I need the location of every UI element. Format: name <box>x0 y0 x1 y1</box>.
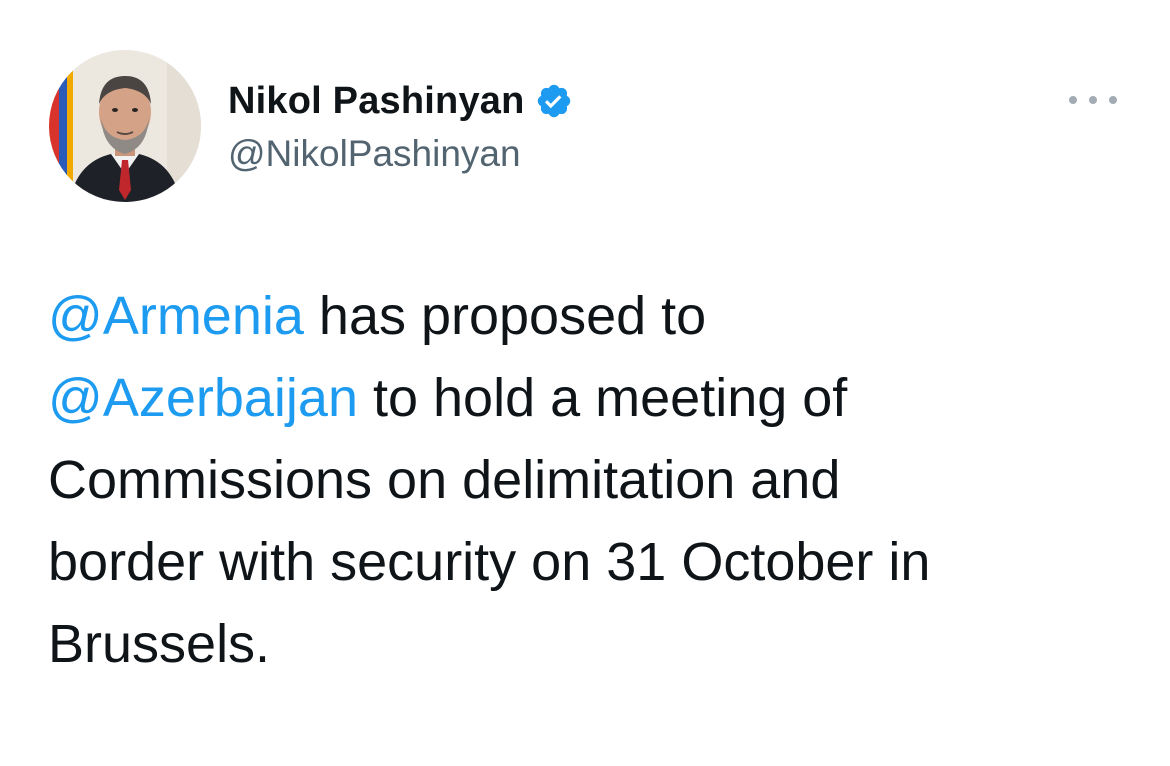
tweet-text: @Armenia has proposed to @Azerbaijan to … <box>48 275 1148 685</box>
tweet-text-line: Brussels. <box>48 603 1148 685</box>
more-dot <box>1109 96 1117 104</box>
tweet-text-segment: Commissions on delimitation and <box>48 450 841 510</box>
mention-link[interactable]: @Azerbaijan <box>48 368 358 428</box>
author-display-name[interactable]: Nikol Pashinyan <box>228 80 525 123</box>
tweet-text-segment: to hold a meeting of <box>357 368 848 428</box>
tweet-text-line: Commissions on delimitation and <box>48 439 1148 521</box>
more-dot <box>1089 96 1097 104</box>
profile-photo-icon <box>49 50 201 202</box>
more-dot <box>1069 96 1077 104</box>
tweet-text-line: border with security on 31 October in <box>48 521 1148 603</box>
more-options-icon[interactable] <box>1069 88 1117 112</box>
tweet-text-segment: Brussels. <box>48 614 271 674</box>
tweet-card: Nikol Pashinyan @NikolPashinyan @Armenia… <box>0 0 1170 766</box>
tweet-text-segment: has proposed to <box>303 286 707 346</box>
tweet-text-line: @Azerbaijan to hold a meeting of <box>48 357 1148 439</box>
verified-badge-icon <box>535 82 573 120</box>
author-handle[interactable]: @NikolPashinyan <box>228 133 521 175</box>
tweet-text-line: @Armenia has proposed to <box>48 275 1148 357</box>
author-name-row: Nikol Pashinyan <box>228 78 573 124</box>
tweet-text-segment: border with security on 31 October in <box>48 532 931 592</box>
author-avatar[interactable] <box>49 50 201 202</box>
mention-link[interactable]: @Armenia <box>48 286 304 346</box>
